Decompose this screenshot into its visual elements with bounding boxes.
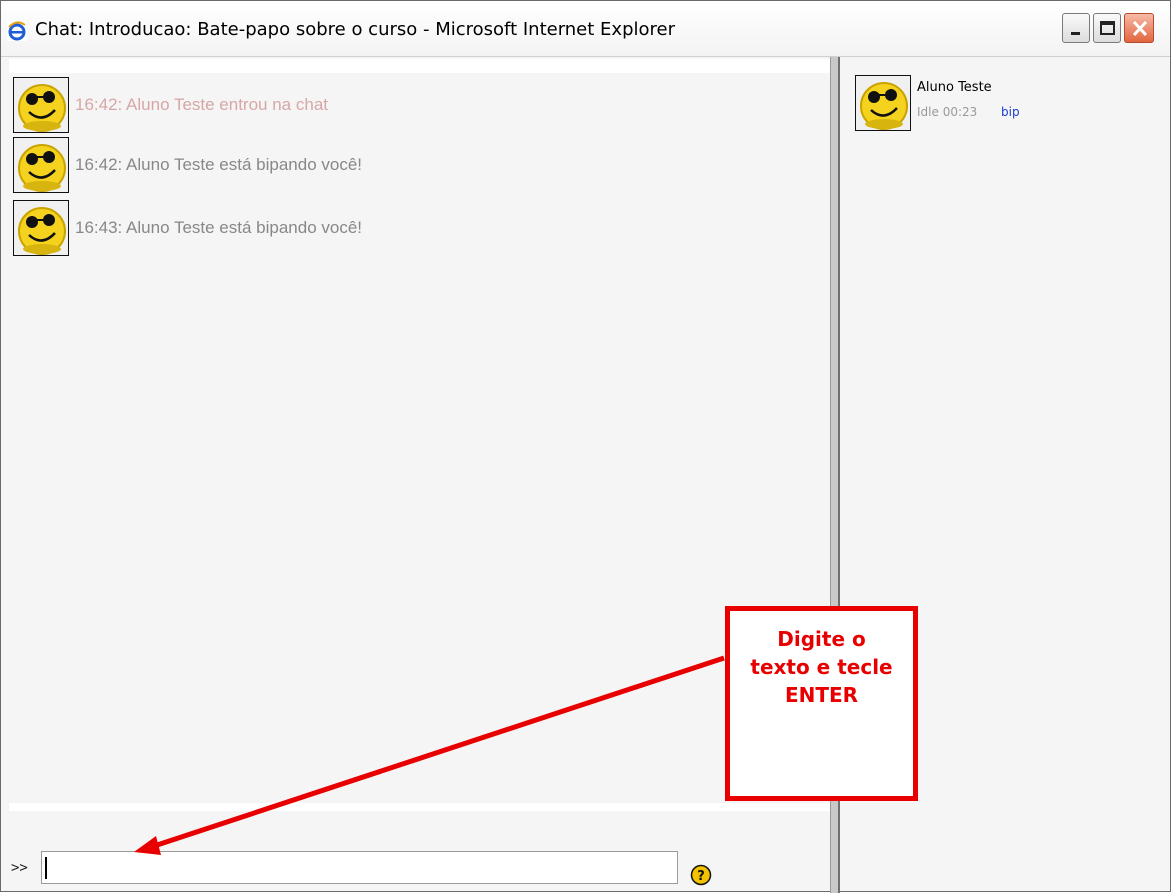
- maximize-icon: [1100, 21, 1115, 35]
- user-idle-status: Idle 00:23: [917, 105, 978, 119]
- chat-messages-pane[interactable]: 16:42: Aluno Teste entrou na chat 16:42:…: [9, 73, 830, 803]
- chat-top-strip: [9, 59, 830, 73]
- minimize-button[interactable]: [1062, 13, 1090, 43]
- instruction-callout: Digite o texto e tecle ENTER: [725, 606, 918, 801]
- maximize-button[interactable]: [1093, 13, 1121, 43]
- input-prompt: >>: [11, 860, 28, 876]
- message-text: 16:42: Aluno Teste está bipando você!: [75, 155, 363, 174]
- close-icon: [1132, 20, 1148, 37]
- avatar: [13, 77, 69, 133]
- message-text: 16:43: Aluno Teste está bipando você!: [75, 218, 363, 237]
- window-title: Chat: Introducao: Bate-papo sobre o curs…: [35, 19, 675, 40]
- bip-link[interactable]: bip: [1001, 105, 1020, 119]
- smiley-sunglasses-icon: [18, 84, 66, 132]
- chat-message: 16:43: Aluno Teste está bipando você!: [13, 200, 813, 256]
- browser-window: Chat: Introducao: Bate-papo sobre o curs…: [0, 0, 1171, 893]
- smiley-sunglasses-icon: [18, 207, 66, 255]
- title-bar[interactable]: Chat: Introducao: Bate-papo sobre o curs…: [1, 1, 1170, 57]
- message-text: 16:42: Aluno Teste entrou na chat: [75, 95, 328, 114]
- internet-explorer-icon: [7, 21, 27, 41]
- close-button[interactable]: [1124, 13, 1154, 43]
- input-top-strip: [9, 803, 830, 811]
- user-avatar: [855, 75, 911, 131]
- svg-text:?: ?: [697, 869, 705, 884]
- smiley-sunglasses-icon: [18, 144, 66, 192]
- smiley-sunglasses-icon: [860, 82, 908, 130]
- chat-message: 16:42: Aluno Teste entrou na chat: [13, 77, 813, 133]
- avatar: [13, 200, 69, 256]
- avatar: [13, 137, 69, 193]
- help-icon[interactable]: ?: [690, 864, 712, 886]
- chat-message: 16:42: Aluno Teste está bipando você!: [13, 137, 813, 193]
- text-caret: [45, 857, 47, 879]
- minimize-icon: [1071, 32, 1080, 35]
- callout-text: Digite o texto e tecle ENTER: [750, 627, 893, 707]
- chat-message-input[interactable]: [41, 851, 678, 884]
- user-name: Aluno Teste: [917, 80, 992, 95]
